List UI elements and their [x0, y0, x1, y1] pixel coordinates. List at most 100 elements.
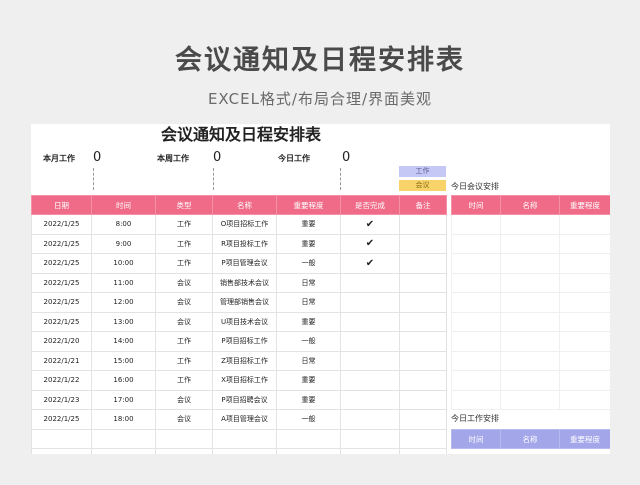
cell-name[interactable] — [212, 428, 277, 449]
cell-notes[interactable] — [399, 311, 447, 332]
cell-date[interactable] — [31, 448, 92, 454]
cell-notes[interactable] — [399, 233, 447, 254]
empty-cell[interactable] — [451, 331, 501, 352]
cell-done[interactable] — [340, 292, 400, 313]
cell-time[interactable] — [91, 428, 156, 449]
cell-type[interactable]: 工作 — [155, 370, 213, 391]
cell-importance[interactable]: 一般 — [276, 331, 341, 352]
cell-name[interactable]: R项目投标工作 — [212, 233, 277, 254]
cell-name[interactable]: P项目管理会议 — [212, 253, 277, 274]
cell-done[interactable] — [340, 331, 400, 352]
cell-date[interactable]: 2022/1/25 — [31, 311, 92, 332]
empty-cell[interactable] — [451, 311, 501, 332]
cell-done[interactable]: ✔ — [340, 233, 400, 254]
empty-cell[interactable] — [451, 370, 501, 391]
cell-importance[interactable]: 重要 — [276, 311, 341, 332]
empty-cell[interactable] — [559, 214, 610, 235]
cell-done[interactable] — [340, 311, 400, 332]
cell-done[interactable] — [340, 370, 400, 391]
cell-name[interactable]: O项目招标工作 — [212, 214, 277, 235]
cell-date[interactable]: 2022/1/20 — [31, 331, 92, 352]
cell-time[interactable]: 16:00 — [91, 370, 156, 391]
cell-type[interactable]: 会议 — [155, 272, 213, 293]
cell-type[interactable]: 会议 — [155, 311, 213, 332]
empty-cell[interactable] — [451, 233, 501, 254]
cell-name[interactable]: X项目招标工作 — [212, 370, 277, 391]
cell-importance[interactable]: 重要 — [276, 389, 341, 410]
cell-date[interactable]: 2022/1/25 — [31, 253, 92, 274]
cell-done[interactable] — [340, 272, 400, 293]
cell-importance[interactable]: 一般 — [276, 253, 341, 274]
cell-name[interactable]: Z项目招标工作 — [212, 350, 277, 371]
empty-cell[interactable] — [500, 370, 560, 391]
cell-name[interactable]: 销售部技术会议 — [212, 272, 277, 293]
empty-cell[interactable] — [559, 331, 610, 352]
cell-time[interactable]: 12:00 — [91, 292, 156, 313]
cell-time[interactable]: 13:00 — [91, 311, 156, 332]
cell-name[interactable]: A项目管理会议 — [212, 409, 277, 430]
cell-name[interactable]: P项目招聘会议 — [212, 389, 277, 410]
cell-type[interactable]: 工作 — [155, 350, 213, 371]
empty-cell[interactable] — [559, 292, 610, 313]
cell-date[interactable]: 2022/1/25 — [31, 272, 92, 293]
empty-cell[interactable] — [500, 214, 560, 235]
cell-importance[interactable]: 重要 — [276, 214, 341, 235]
empty-cell[interactable] — [559, 370, 610, 391]
cell-type[interactable] — [155, 428, 213, 449]
cell-date[interactable]: 2022/1/25 — [31, 409, 92, 430]
cell-notes[interactable] — [399, 428, 447, 449]
cell-type[interactable]: 会议 — [155, 409, 213, 430]
empty-cell[interactable] — [500, 389, 560, 410]
cell-notes[interactable] — [399, 448, 447, 454]
cell-name[interactable]: P项目招标工作 — [212, 331, 277, 352]
cell-notes[interactable] — [399, 389, 447, 410]
cell-importance[interactable]: 一般 — [276, 409, 341, 430]
cell-done[interactable]: ✔ — [340, 214, 400, 235]
empty-cell[interactable] — [451, 214, 501, 235]
cell-time[interactable]: 9:00 — [91, 233, 156, 254]
cell-done[interactable] — [340, 448, 400, 454]
cell-time[interactable]: 18:00 — [91, 409, 156, 430]
cell-name[interactable]: 管理部销售会议 — [212, 292, 277, 313]
cell-name[interactable] — [212, 448, 277, 454]
cell-type[interactable]: 会议 — [155, 389, 213, 410]
cell-date[interactable]: 2022/1/21 — [31, 350, 92, 371]
empty-cell[interactable] — [559, 389, 610, 410]
cell-notes[interactable] — [399, 253, 447, 274]
empty-cell[interactable] — [559, 272, 610, 293]
cell-type[interactable]: 工作 — [155, 214, 213, 235]
cell-importance[interactable]: 日常 — [276, 272, 341, 293]
cell-time[interactable]: 11:00 — [91, 272, 156, 293]
cell-done[interactable] — [340, 350, 400, 371]
cell-notes[interactable] — [399, 409, 447, 430]
cell-type[interactable]: 工作 — [155, 253, 213, 274]
cell-notes[interactable] — [399, 292, 447, 313]
empty-cell[interactable] — [559, 350, 610, 371]
cell-time[interactable] — [91, 448, 156, 454]
cell-done[interactable] — [340, 409, 400, 430]
cell-notes[interactable] — [399, 331, 447, 352]
cell-date[interactable]: 2022/1/23 — [31, 389, 92, 410]
cell-type[interactable]: 会议 — [155, 292, 213, 313]
cell-type[interactable] — [155, 448, 213, 454]
empty-cell[interactable] — [500, 253, 560, 274]
empty-cell[interactable] — [559, 233, 610, 254]
empty-cell[interactable] — [451, 292, 501, 313]
cell-notes[interactable] — [399, 272, 447, 293]
cell-done[interactable]: ✔ — [340, 253, 400, 274]
cell-importance[interactable]: 日常 — [276, 292, 341, 313]
cell-date[interactable]: 2022/1/25 — [31, 292, 92, 313]
cell-date[interactable]: 2022/1/22 — [31, 370, 92, 391]
cell-time[interactable]: 14:00 — [91, 331, 156, 352]
cell-importance[interactable] — [276, 428, 341, 449]
empty-cell[interactable] — [500, 233, 560, 254]
cell-importance[interactable]: 重要 — [276, 370, 341, 391]
stat-today-value[interactable]: 0 — [342, 150, 350, 165]
empty-cell[interactable] — [451, 253, 501, 274]
empty-cell[interactable] — [500, 350, 560, 371]
empty-cell[interactable] — [559, 253, 610, 274]
empty-cell[interactable] — [559, 311, 610, 332]
empty-cell[interactable] — [500, 292, 560, 313]
cell-done[interactable] — [340, 428, 400, 449]
cell-date[interactable] — [31, 428, 92, 449]
